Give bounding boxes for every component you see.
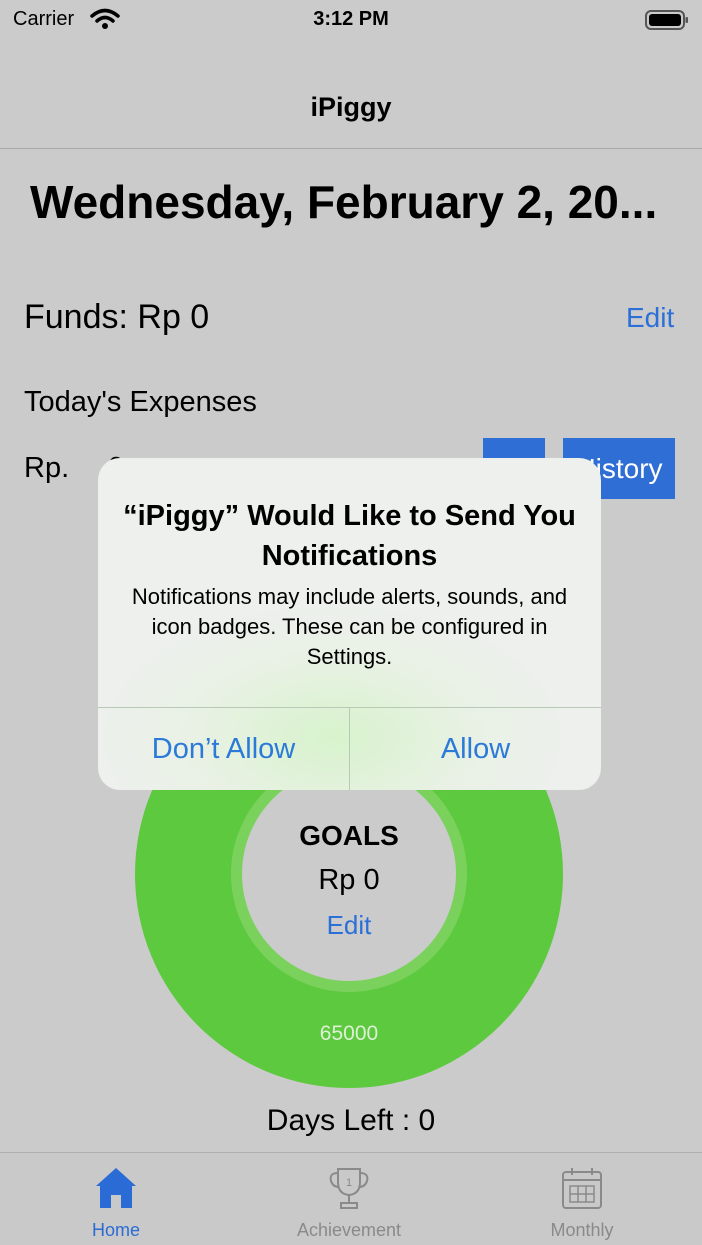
funds-edit-button[interactable]: Edit bbox=[626, 302, 674, 334]
tab-monthly-label: Monthly bbox=[550, 1220, 614, 1240]
tab-home-label: Home bbox=[91, 1220, 140, 1240]
calendar-icon bbox=[562, 1168, 602, 1209]
home-icon bbox=[96, 1168, 136, 1208]
tab-monthly[interactable]: Monthly bbox=[527, 1152, 637, 1244]
tab-achievement-label: Achievement bbox=[296, 1220, 402, 1240]
goals-title: GOALS bbox=[299, 820, 399, 851]
alert-title: “iPiggy” Would Like to Send You Notifica… bbox=[123, 500, 576, 572]
expenses-label: Today's Expenses bbox=[24, 386, 257, 418]
alert-message: Notifications may include alerts, sounds… bbox=[131, 584, 568, 669]
status-time: 3:12 PM bbox=[313, 8, 389, 30]
battery-icon bbox=[645, 10, 688, 30]
dont-allow-button[interactable]: Don’t Allow bbox=[98, 708, 349, 790]
expenses-currency: Rp. bbox=[24, 452, 70, 484]
date-title: Wednesday, February 2, 20... bbox=[30, 176, 658, 228]
tab-achievement[interactable]: 1 Achievement bbox=[279, 1152, 419, 1244]
goals-value: Rp 0 bbox=[318, 864, 380, 896]
nav-title: iPiggy bbox=[310, 92, 392, 122]
days-left-label: Days Left : 0 bbox=[266, 1104, 436, 1137]
funds-label: Funds: Rp 0 bbox=[24, 298, 210, 336]
goals-edit-button[interactable]: Edit bbox=[242, 910, 456, 941]
tab-home[interactable]: Home bbox=[56, 1152, 176, 1244]
allow-button[interactable]: Allow bbox=[350, 708, 601, 790]
trophy-icon: 1 bbox=[329, 1168, 369, 1209]
goal-target-value: 65000 bbox=[319, 1022, 379, 1045]
svg-text:1: 1 bbox=[346, 1177, 352, 1189]
notification-permission-alert: “iPiggy” Would Like to Send You Notifica… bbox=[98, 458, 601, 790]
